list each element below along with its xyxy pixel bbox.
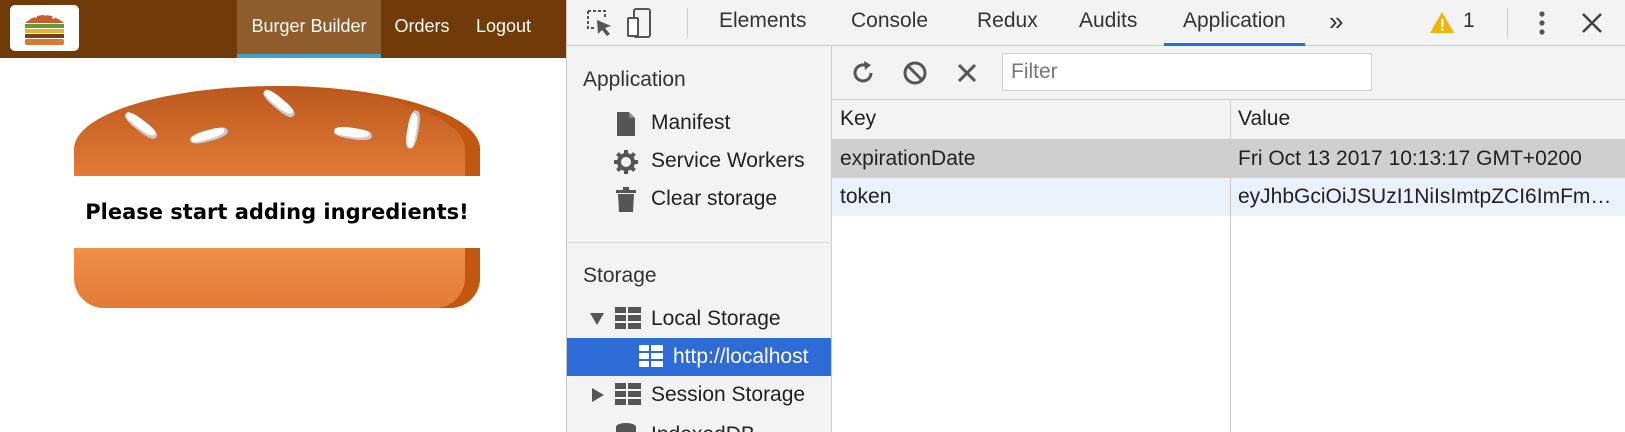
gear-icon [614, 150, 638, 174]
tab-console[interactable]: Console [851, 0, 928, 46]
application-sidebar: Application Manifest Service Workers Cle… [567, 46, 832, 432]
tab-redux[interactable]: Redux [977, 0, 1038, 46]
sidebar-heading-storage: Storage [583, 264, 657, 287]
sidebar-item-label: Service Workers [651, 149, 805, 172]
sidebar-item-label: Session Storage [651, 383, 806, 406]
app-toolbar: Burger Builder Orders Logout [0, 0, 566, 58]
nav-burger-builder[interactable]: Burger Builder [237, 0, 381, 58]
inspect-element-icon[interactable] [583, 6, 617, 40]
sidebar-item-label: Clear storage [651, 187, 778, 210]
delete-selected-icon[interactable] [952, 58, 982, 88]
seed [404, 109, 422, 150]
sidebar-item-service-workers[interactable]: Service Workers [567, 142, 831, 180]
warning-icon[interactable] [1429, 10, 1455, 36]
row-value[interactable]: Fri Oct 13 2017 10:13:17 GMT+0200 [1230, 140, 1625, 178]
column-header-key[interactable]: Key [832, 100, 1230, 138]
nav-orders[interactable]: Orders [381, 0, 463, 58]
more-tabs-button[interactable]: » [1329, 0, 1343, 46]
tab-audits[interactable]: Audits [1079, 0, 1137, 46]
devtools-tab-bar: Elements Console Redux Audits Applicatio… [567, 0, 1625, 46]
sidebar-item-localhost[interactable]: http://localhost [567, 338, 831, 376]
sidebar-heading-application: Application [583, 68, 686, 91]
burger-preview: Please start adding ingredients! [74, 86, 480, 308]
table-icon [615, 383, 641, 405]
burger-app: Burger Builder Orders Logout Please star… [0, 0, 566, 432]
kebab-menu-icon[interactable] [1525, 6, 1559, 40]
close-icon[interactable] [1575, 6, 1609, 40]
filter-input[interactable] [1002, 53, 1372, 91]
trash-icon [616, 187, 636, 212]
sidebar-item-label: Local Storage [651, 307, 781, 330]
warning-count[interactable]: 1 [1463, 0, 1475, 46]
screen: Burger Builder Orders Logout Please star… [0, 0, 1625, 432]
tab-elements[interactable]: Elements [719, 0, 807, 46]
empty-burger-message: Please start adding ingredients! [85, 200, 469, 224]
row-value[interactable]: eyJhbGciOiJSUzI1NiIsImtpZCI6ImFmMDk [1230, 178, 1625, 216]
sidebar-item-label: IndexedDB [651, 423, 755, 432]
storage-view: Key Value expirationDate Fri Oct 13 2017… [832, 46, 1625, 432]
database-icon [616, 423, 636, 432]
collapsed-arrow-icon[interactable] [591, 387, 605, 403]
storage-toolbar [832, 46, 1625, 100]
nav-logout[interactable]: Logout [463, 0, 544, 58]
bread-top [74, 86, 480, 176]
table-icon [615, 307, 641, 329]
seed [122, 109, 160, 142]
document-icon [617, 112, 635, 136]
table-icon [639, 345, 663, 367]
expanded-arrow-icon[interactable] [589, 312, 605, 326]
column-header-value[interactable]: Value [1230, 100, 1625, 138]
column-divider[interactable] [1230, 100, 1231, 432]
sidebar-divider [567, 242, 832, 243]
sidebar-item-session-storage[interactable]: Session Storage [567, 376, 831, 414]
table-header: Key Value [832, 100, 1625, 140]
burger-logo-icon [25, 14, 64, 45]
seed [333, 125, 373, 142]
tab-separator [687, 8, 688, 38]
sidebar-item-clear-storage[interactable]: Clear storage [567, 180, 831, 218]
row-key[interactable]: token [832, 178, 1230, 216]
table-row[interactable]: token eyJhbGciOiJSUzI1NiIsImtpZCI6ImFmMD… [832, 178, 1625, 216]
device-toolbar-icon[interactable] [623, 6, 657, 40]
sidebar-item-indexeddb[interactable]: IndexedDB [567, 416, 831, 432]
sidebar-item-manifest[interactable]: Manifest [567, 104, 831, 142]
sidebar-item-label: Manifest [651, 111, 731, 134]
tab-separator [1507, 8, 1508, 38]
row-key[interactable]: expirationDate [832, 140, 1230, 178]
devtools-panel: Elements Console Redux Audits Applicatio… [566, 0, 1625, 432]
refresh-icon[interactable] [848, 58, 878, 88]
clear-all-icon[interactable] [900, 58, 930, 88]
tab-application[interactable]: Application [1164, 0, 1305, 46]
bread-bottom [74, 248, 480, 308]
burger-logo[interactable] [10, 5, 79, 51]
table-row[interactable]: expirationDate Fri Oct 13 2017 10:13:17 … [832, 140, 1625, 178]
seed [260, 87, 298, 120]
sidebar-item-label: http://localhost [673, 345, 809, 368]
sidebar-item-local-storage[interactable]: Local Storage [567, 300, 831, 338]
seed [189, 125, 229, 146]
